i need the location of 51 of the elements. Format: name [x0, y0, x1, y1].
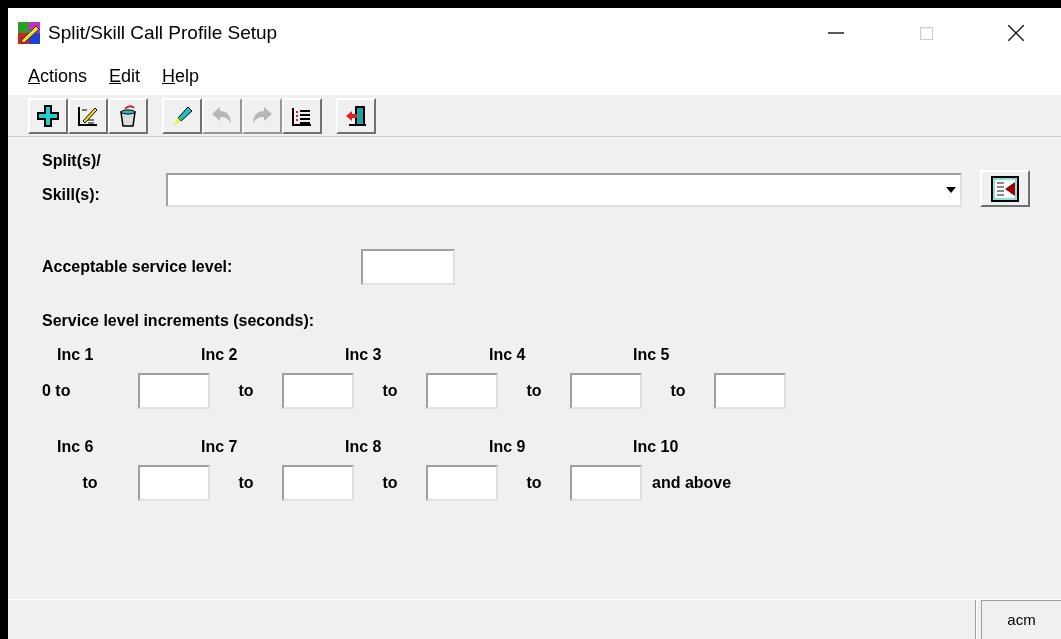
menu-item[interactable]: Actions — [24, 63, 92, 90]
column-label: Inc 10 — [633, 438, 679, 455]
increment-field[interactable] — [426, 465, 498, 501]
range-label: to — [82, 473, 98, 493]
range-label: and above — [652, 473, 732, 493]
range-label: to — [526, 381, 542, 401]
range-label: to — [238, 381, 254, 401]
app-icon — [18, 22, 40, 44]
range-label: to — [526, 473, 542, 493]
service-level-field[interactable] — [361, 249, 455, 285]
increment-field[interactable] — [426, 373, 498, 409]
increment-field[interactable] — [570, 373, 642, 409]
increment-field[interactable] — [570, 465, 642, 501]
menu-item[interactable]: Edit — [105, 63, 145, 90]
toolbar-button[interactable] — [336, 97, 376, 134]
increment-field[interactable] — [282, 465, 354, 501]
plus-icon — [36, 103, 60, 128]
range-label: to — [382, 381, 398, 401]
increment-field[interactable] — [282, 373, 354, 409]
increment-field[interactable] — [714, 373, 786, 409]
column-label: Inc 7 — [201, 438, 238, 455]
field-label: Acceptable service level: — [42, 257, 234, 277]
range-label: 0 to — [42, 381, 71, 401]
menu-item[interactable]: Help — [158, 63, 204, 90]
range-label: to — [382, 473, 398, 493]
status-user: acm — [981, 600, 1061, 639]
select-button[interactable] — [980, 170, 1030, 207]
dropdown-arrow-icon — [946, 187, 956, 193]
column-label: Inc 1 — [57, 346, 94, 363]
field-label: Split(s)/ — [42, 151, 102, 171]
section-heading: Service level increments (seconds): — [42, 311, 316, 331]
increment-field[interactable] — [138, 465, 210, 501]
increment-field[interactable] — [138, 373, 210, 409]
column-label: Inc 4 — [489, 346, 526, 363]
range-label: to — [670, 381, 686, 401]
toolbar-button[interactable] — [108, 97, 148, 134]
toolbar-button[interactable] — [282, 97, 322, 134]
window-title: Split/Skill Call Profile Setup — [48, 20, 278, 45]
import-list-icon — [991, 175, 1019, 202]
column-label: Inc 9 — [489, 438, 526, 455]
toolbar-button[interactable] — [68, 97, 108, 134]
field-label: Skill(s): — [42, 185, 101, 205]
toolbar-button[interactable] — [28, 97, 68, 134]
column-label: Inc 5 — [633, 346, 670, 363]
column-label: Inc 8 — [345, 438, 382, 455]
column-label: Inc 6 — [57, 438, 94, 455]
column-label: Inc 2 — [201, 346, 238, 363]
exit-door-icon — [344, 103, 368, 128]
range-label: to — [238, 473, 254, 493]
column-label: Inc 3 — [345, 346, 382, 363]
skills-dropdown[interactable] — [166, 173, 962, 207]
